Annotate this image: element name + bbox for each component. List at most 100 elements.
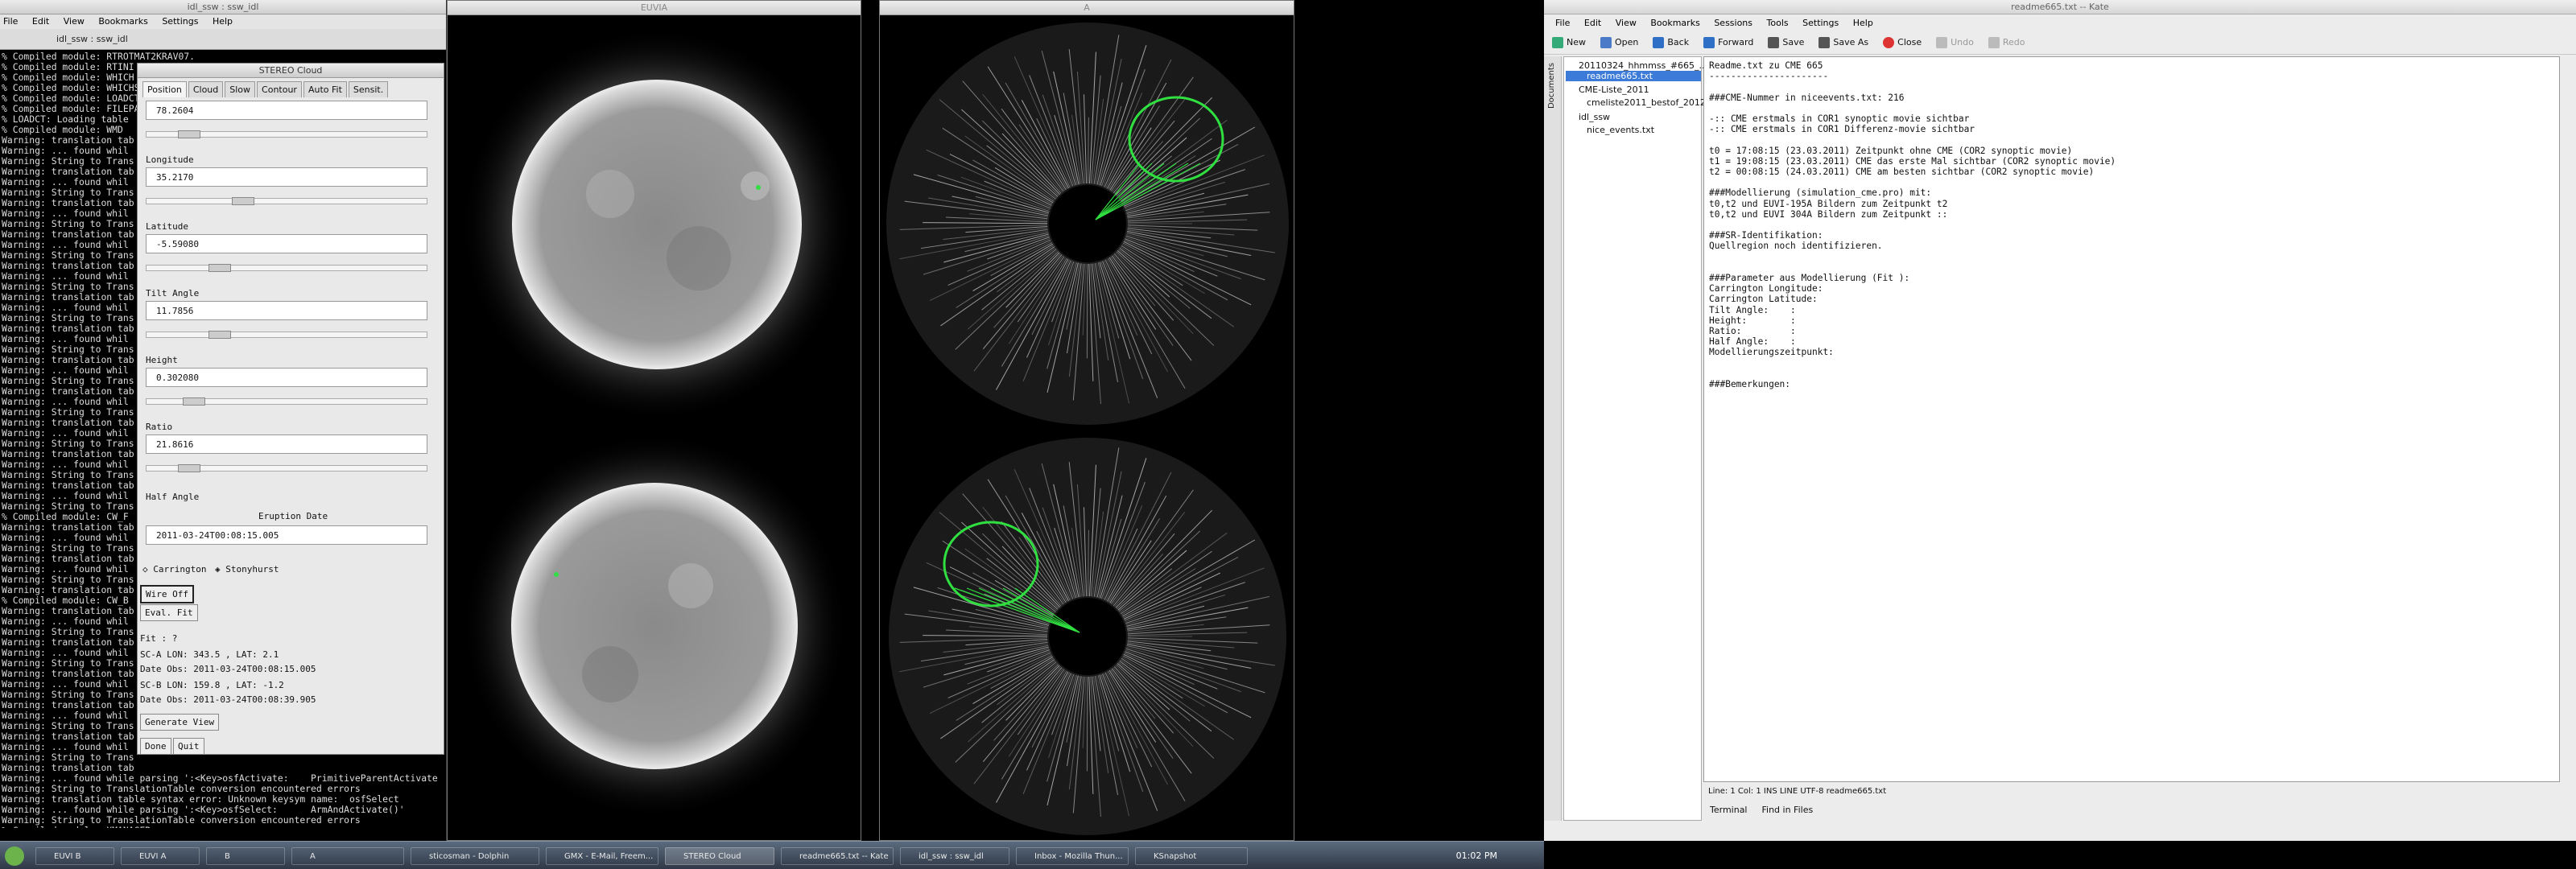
param-slider[interactable] [146,197,427,205]
menu-file[interactable]: File [3,16,18,27]
param-row: 78.2604 [146,101,427,138]
menu-settings[interactable]: Settings [162,16,198,27]
tab-contour[interactable]: Contour [257,81,302,97]
back-button[interactable]: Back [1653,36,1689,48]
scb-position: SC-B LON: 159.8 , LAT: -1.2 [140,680,284,690]
start-menu-icon[interactable] [5,846,24,866]
param-row: Longitude 35.2170 [146,154,427,205]
open-label: Open [1615,37,1639,47]
done-button[interactable]: Done [140,738,171,755]
taskbar-task[interactable]: idl_ssw : ssw_idl [900,847,1009,865]
euvi-image-window[interactable]: EUVIA [447,0,861,841]
tab-auto-fit[interactable]: Auto Fit [303,81,347,97]
taskbar-task[interactable]: KSnapshot [1135,847,1248,865]
kate-menu-edit[interactable]: Edit [1584,18,1601,28]
slider-thumb[interactable] [183,397,205,406]
kate-menu-bookmarks[interactable]: Bookmarks [1650,18,1699,28]
tab-position[interactable]: Position [142,81,187,97]
tree-folder-cme-liste[interactable]: CME-Liste_2011 [1579,84,1649,95]
menu-help[interactable]: Help [213,16,233,27]
taskbar-task[interactable]: EUVI A [121,847,200,865]
close-icon [1883,36,1895,48]
param-row: Tilt Angle 11.7856 [146,288,427,339]
kate-menu-settings[interactable]: Settings [1802,18,1839,28]
new-button[interactable]: New [1552,36,1586,48]
sca-position: SC-A LON: 343.5 , LAT: 2.1 [140,649,279,660]
coronagraph-top [886,23,1289,425]
tree-folder-idl-ssw[interactable]: idl_ssw [1579,112,1610,122]
param-label: Tilt Angle [146,288,200,299]
taskbar-task[interactable]: readme665.txt -- Kate [781,847,894,865]
save-as-button[interactable]: Save As [1818,36,1868,48]
eruption-date-field[interactable]: 2011-03-24T00:08:15.005 [146,525,427,545]
param-slider[interactable] [146,264,427,272]
kate-menu-file[interactable]: File [1555,18,1570,28]
text-editor[interactable]: Readme.txt zu CME 665 ------------------… [1703,56,2560,782]
kate-menu-sessions[interactable]: Sessions [1714,18,1752,28]
stereo-tabs: Position Cloud Slow Contour Auto Fit Sen… [138,78,444,97]
menu-bookmarks[interactable]: Bookmarks [98,16,147,27]
kate-menu-help[interactable]: Help [1853,18,1873,28]
taskbar-task[interactable]: STEREO Cloud [665,847,774,865]
radio-carrington[interactable]: ◇ Carrington [142,564,206,575]
param-value-field[interactable]: 11.7856 [146,301,427,320]
tree-file-readme[interactable]: readme665.txt [1587,71,1653,81]
param-row: Latitude -5.59080 [146,221,427,272]
slider-thumb[interactable] [208,331,231,339]
close-button[interactable]: Close [1883,36,1922,48]
taskbar-task[interactable]: A [291,847,404,865]
kate-menu-tools[interactable]: Tools [1767,18,1789,28]
redo-button[interactable]: Redo [1988,36,2025,48]
terminal-tool-tab[interactable]: Terminal [1710,805,1748,815]
open-button[interactable]: Open [1600,36,1639,48]
documents-side-tab[interactable]: Documents [1547,63,1556,109]
tab-slow[interactable]: Slow [225,81,256,97]
menu-view[interactable]: View [64,16,85,27]
tab-sensit[interactable]: Sensit. [348,81,389,97]
param-slider[interactable] [146,130,427,138]
param-slider[interactable] [146,464,427,472]
stereo-cloud-panel[interactable]: STEREO Cloud Position Cloud Slow Contour… [137,63,444,755]
find-in-files-tab[interactable]: Find in Files [1762,805,1814,815]
radio-stonyhurst[interactable]: ◈ Stonyhurst [215,564,279,575]
terminal-tabbar: idl_ssw : ssw_idl [0,29,446,50]
taskbar-task[interactable]: B [206,847,285,865]
tab-cloud[interactable]: Cloud [188,81,224,97]
kate-menu-view[interactable]: View [1616,18,1637,28]
param-value-field[interactable]: 35.2170 [146,167,427,187]
wire-off-button[interactable]: Wire Off [140,585,194,603]
taskbar-task[interactable]: GMX - E-Mail, Freem... [546,847,658,865]
kate-status-bar: Line: 1 Col: 1 INS LINE UTF-8 readme665.… [1708,787,1887,796]
taskbar-task[interactable]: Inbox - Mozilla Thun... [1016,847,1129,865]
kate-window[interactable]: readme665.txt -- Kate File Edit View Boo… [1544,0,2576,841]
slider-thumb[interactable] [208,264,231,272]
param-slider[interactable] [146,331,427,339]
menu-edit[interactable]: Edit [32,16,49,27]
taskbar-task[interactable]: EUVI B [35,847,114,865]
param-value-field[interactable]: 21.8616 [146,434,427,454]
coronagraph-bottom [889,438,1286,835]
slider-thumb[interactable] [178,130,200,138]
undo-button[interactable]: Undo [1936,36,1974,48]
param-slider[interactable] [146,397,427,406]
taskbar-task[interactable]: sticosman - Dolphin [411,847,539,865]
slider-thumb[interactable] [232,197,254,205]
slider-thumb[interactable] [178,464,200,472]
quit-button[interactable]: Quit [173,738,204,755]
save-button[interactable]: Save [1768,36,1804,48]
tree-file-nice-events[interactable]: nice_events.txt [1587,125,1654,135]
kate-menubar: File Edit View Bookmarks Sessions Tools … [1544,14,2576,31]
generate-view-button[interactable]: Generate View [140,714,220,731]
sun-disk-top [460,27,854,422]
param-value-field[interactable]: 0.302080 [146,368,427,387]
editor-content[interactable]: Readme.txt zu CME 665 ------------------… [1709,60,2116,389]
terminal-tab-title[interactable]: idl_ssw : ssw_idl [56,34,128,44]
param-value-field[interactable]: -5.59080 [146,234,427,253]
kate-titlebar: readme665.txt -- Kate [1544,0,2576,14]
coronagraph-image-window[interactable]: A [879,0,1294,841]
eval-fit-button[interactable]: Eval. Fit [140,604,198,621]
param-value-field[interactable]: 78.2604 [146,101,427,120]
forward-button[interactable]: Forward [1703,36,1753,48]
new-icon [1552,36,1563,48]
tree-folder-event[interactable]: 20110324_hhmmss_#665_... [1579,60,1707,71]
